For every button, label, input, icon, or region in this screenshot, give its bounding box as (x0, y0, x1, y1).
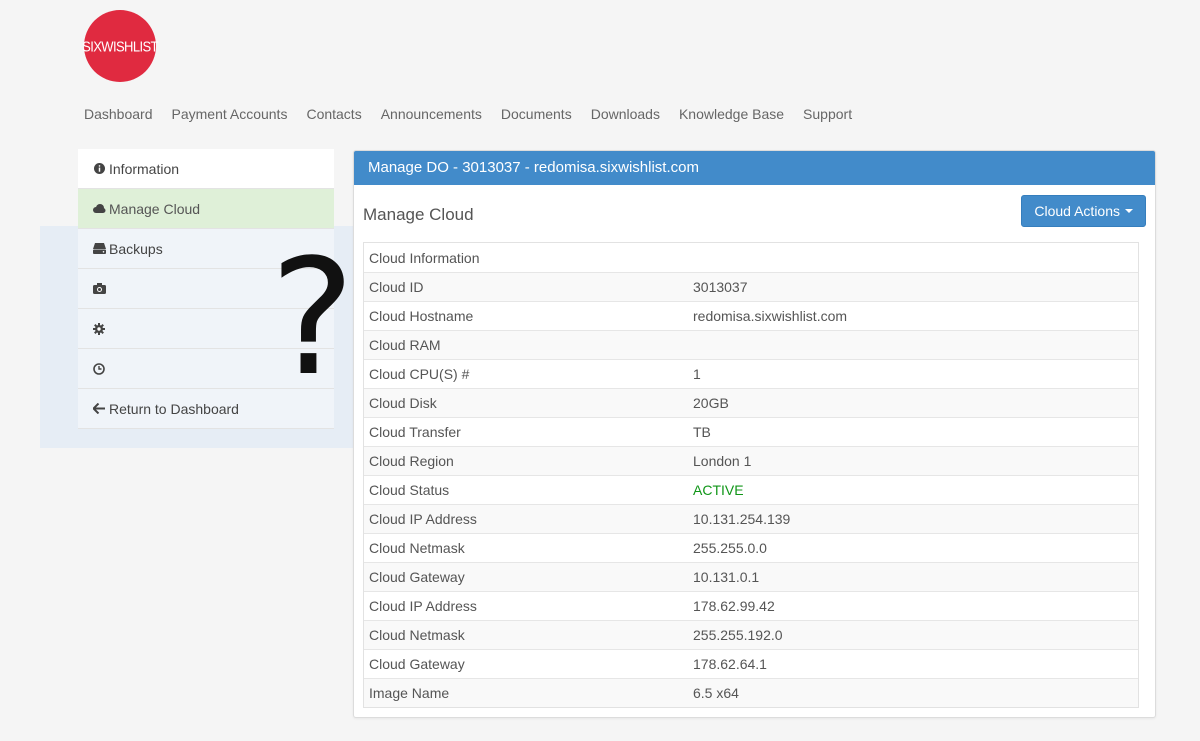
sidebar-item-information[interactable]: Information (78, 149, 334, 189)
row-value: 1 (693, 366, 701, 382)
row-key: Cloud Information (369, 249, 480, 266)
row-key: Cloud Hostname (369, 308, 474, 324)
table-row: Cloud Hostname redomisa.sixwishlist.com (364, 301, 1138, 330)
hdd-icon (92, 242, 106, 256)
row-value: TB (693, 424, 711, 440)
brand-logo[interactable]: SIXWISHLIST (82, 10, 158, 82)
cloud-info-table: Cloud Information Cloud ID 3013037 Cloud… (363, 242, 1139, 708)
row-key: Cloud Disk (369, 395, 437, 411)
row-key: Cloud Netmask (369, 540, 465, 556)
row-key: Cloud ID (369, 279, 424, 295)
row-value: redomisa.sixwishlist.com (693, 308, 848, 324)
nav-dashboard[interactable]: Dashboard (84, 106, 153, 122)
row-value: 255.255.192.0 (693, 627, 783, 643)
panel-heading: Manage DO - 3013037 - redomisa.sixwishli… (354, 151, 1155, 185)
row-value: 178.62.64.1 (693, 656, 767, 672)
nav-announcements[interactable]: Announcements (381, 106, 482, 122)
row-value: London 1 (693, 453, 752, 469)
sidebar-item-label: Return to Dashboard (109, 400, 239, 417)
cloud-icon (92, 202, 106, 216)
row-value: 20GB (693, 395, 729, 411)
table-row: Cloud Region London 1 (364, 446, 1138, 475)
gear-icon (92, 322, 106, 336)
question-mark-overlay: ? (270, 224, 355, 411)
nav-payment-accounts[interactable]: Payment Accounts (172, 106, 288, 122)
sidebar-item-label: Manage Cloud (109, 200, 201, 217)
table-row: Cloud Transfer TB (364, 417, 1138, 446)
table-row: Cloud Disk 20GB (364, 388, 1138, 417)
row-key: Cloud CPU(S) # (369, 366, 470, 382)
arrow-left-icon (92, 402, 106, 416)
row-value: 255.255.0.0 (693, 540, 767, 556)
row-key: Cloud IP Address (369, 511, 477, 527)
table-row: Cloud Information (364, 243, 1138, 272)
table-row: Image Name 6.5 x64 (364, 678, 1138, 707)
top-navigation: Dashboard Payment Accounts Contacts Anno… (84, 106, 871, 122)
row-value: 3013037 (693, 279, 748, 295)
row-key: Cloud Region (369, 453, 454, 469)
status-value: ACTIVE (693, 482, 744, 498)
row-value: 178.62.99.42 (693, 598, 775, 614)
cloud-actions-button[interactable]: Cloud Actions (1021, 195, 1146, 227)
nav-support[interactable]: Support (803, 106, 852, 122)
row-key: Cloud Transfer (369, 424, 461, 440)
row-key: Cloud Netmask (369, 627, 465, 643)
row-value: 10.131.254.139 (693, 511, 791, 527)
camera-icon (92, 282, 106, 296)
sidebar-item-label: Backups (109, 240, 163, 257)
table-row: Cloud Netmask 255.255.192.0 (364, 620, 1138, 649)
table-row: Cloud Netmask 255.255.0.0 (364, 533, 1138, 562)
page-title: Manage Cloud (363, 205, 474, 224)
row-value: 10.131.0.1 (693, 569, 760, 585)
sidebar-item-label: Information (109, 160, 180, 177)
row-key: Cloud Gateway (369, 656, 465, 672)
cloud-actions-label: Cloud Actions (1034, 203, 1120, 219)
caret-down-icon (1125, 209, 1133, 213)
nav-contacts[interactable]: Contacts (306, 106, 361, 122)
table-row: Cloud IP Address 178.62.99.42 (364, 591, 1138, 620)
table-row: Cloud Gateway 10.131.0.1 (364, 562, 1138, 591)
row-key: Cloud Gateway (369, 569, 465, 585)
table-row: Cloud CPU(S) # 1 (364, 359, 1138, 388)
row-value: 6.5 x64 (693, 685, 739, 701)
table-row: Cloud Status ACTIVE (364, 475, 1138, 504)
brand-logo-text: SIXWISHLIST (82, 37, 158, 55)
row-key: Cloud IP Address (369, 598, 477, 614)
table-row: Cloud Gateway 178.62.64.1 (364, 649, 1138, 678)
row-key: Image Name (369, 685, 450, 701)
table-row: Cloud IP Address 10.131.254.139 (364, 504, 1138, 533)
info-circle-icon (92, 162, 106, 176)
nav-documents[interactable]: Documents (501, 106, 572, 122)
row-key: Cloud Status (369, 482, 450, 498)
sidebar-item-manage-cloud[interactable]: Manage Cloud (78, 189, 334, 229)
nav-downloads[interactable]: Downloads (591, 106, 660, 122)
row-key: Cloud RAM (369, 337, 441, 353)
clock-icon (92, 362, 106, 376)
table-row: Cloud RAM (364, 330, 1138, 359)
manage-cloud-panel: Manage DO - 3013037 - redomisa.sixwishli… (353, 150, 1156, 718)
nav-knowledge-base[interactable]: Knowledge Base (679, 106, 784, 122)
table-row: Cloud ID 3013037 (364, 272, 1138, 301)
